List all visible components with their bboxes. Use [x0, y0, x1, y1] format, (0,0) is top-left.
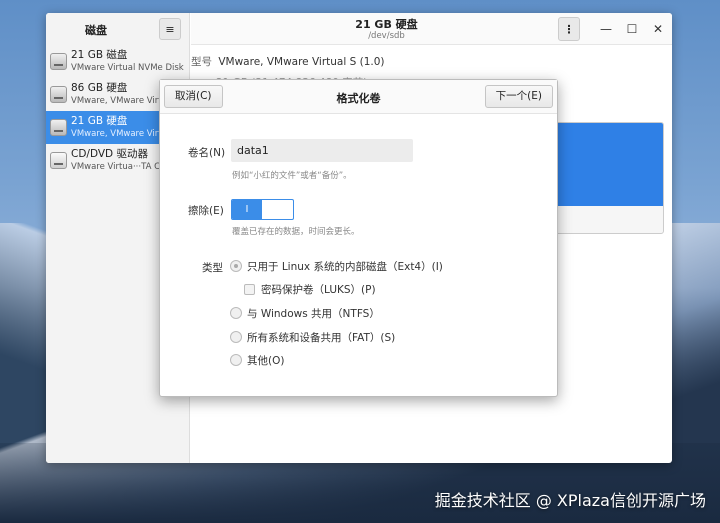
radio-ntfs[interactable] — [230, 307, 242, 319]
luks-checkbox[interactable] — [244, 283, 255, 295]
type-option-fat-label: 所有系统和设备共用（FAT）(S) — [247, 331, 396, 344]
page-title: 21 GB 硬盘 — [355, 18, 418, 31]
cd-icon — [50, 152, 67, 169]
sidebar-item-sublabel: VMware Virtual NVMe Disk — [71, 63, 184, 73]
volume-name-input[interactable] — [231, 139, 413, 162]
type-label: 类型 — [202, 262, 223, 274]
radio-fat[interactable] — [230, 331, 242, 343]
erase-toggle[interactable]: I — [231, 199, 294, 220]
type-option-other[interactable]: 其他(O) — [230, 352, 284, 368]
model-row: 型号 VMware, VMware Virtual S (1.0) — [191, 54, 385, 69]
type-option-ntfs[interactable]: 与 Windows 共用（NTFS） — [230, 305, 380, 321]
watermark: 掘金技术社区 @ XPlaza信创开源广场 — [434, 491, 706, 510]
volume-name-hint: 例如“小红的文件”或者“备份”。 — [232, 171, 352, 181]
type-option-other-label: 其他(O) — [247, 354, 285, 367]
maximize-icon[interactable]: ☐ — [624, 21, 640, 37]
kebab-icon: ⋮ — [563, 22, 575, 36]
device-path: /dev/sdb — [368, 31, 405, 41]
minimize-icon[interactable]: — — [598, 21, 614, 37]
radio-ext4[interactable] — [230, 260, 242, 272]
volume-name-label: 卷名(N) — [188, 147, 226, 159]
type-option-fat[interactable]: 所有系统和设备共用（FAT）(S) — [230, 329, 395, 345]
model-label: 型号 — [191, 56, 212, 68]
type-option-ntfs-label: 与 Windows 共用（NTFS） — [247, 307, 380, 320]
radio-other[interactable] — [230, 354, 242, 366]
disk-icon — [50, 119, 67, 136]
hamburger-icon: ≡ — [165, 22, 175, 36]
luks-label: 密码保护卷（LUKS）(P) — [261, 283, 376, 296]
model-value: VMware, VMware Virtual S (1.0) — [218, 56, 385, 68]
cancel-button[interactable]: 取消(C) — [164, 85, 223, 108]
erase-hint: 覆盖已存在的数据，时间会更长。 — [232, 227, 360, 237]
password-protect-option[interactable]: 密码保护卷（LUKS）(P) — [244, 281, 376, 297]
drive-menu-button[interactable]: ⋮ — [558, 17, 580, 41]
next-button[interactable]: 下一个(E) — [484, 85, 553, 108]
format-volume-dialog: 取消(C) 格式化卷 下一个(E) 卷名(N) 例如“小红的文件”或者“备份”。… — [159, 79, 558, 397]
sidebar-title: 磁盘 — [85, 24, 107, 37]
disk-icon — [50, 53, 67, 70]
sidebar-item-label: 21 GB 磁盘 — [71, 49, 128, 61]
close-icon[interactable]: ✕ — [650, 21, 666, 37]
dialog-header: 取消(C) 格式化卷 下一个(E) — [160, 80, 557, 114]
sidebar-item-21gb-disk[interactable]: 21 GB 磁盘 VMware Virtual NVMe Disk — [46, 45, 189, 78]
erase-toggle-knob: I — [232, 200, 262, 219]
type-option-ext4-label: 只用于 Linux 系统的内部磁盘（Ext4）(I) — [247, 260, 443, 273]
content-header: 21 GB 硬盘 /dev/sdb ⋮ — ☐ ✕ — [191, 13, 672, 45]
sidebar-menu-button[interactable]: ≡ — [159, 18, 181, 40]
erase-label: 擦除(E) — [188, 205, 224, 217]
sidebar-header: 磁盘 ≡ — [46, 13, 189, 45]
type-option-ext4[interactable]: 只用于 Linux 系统的内部磁盘（Ext4）(I) — [230, 258, 443, 274]
disk-icon — [50, 86, 67, 103]
